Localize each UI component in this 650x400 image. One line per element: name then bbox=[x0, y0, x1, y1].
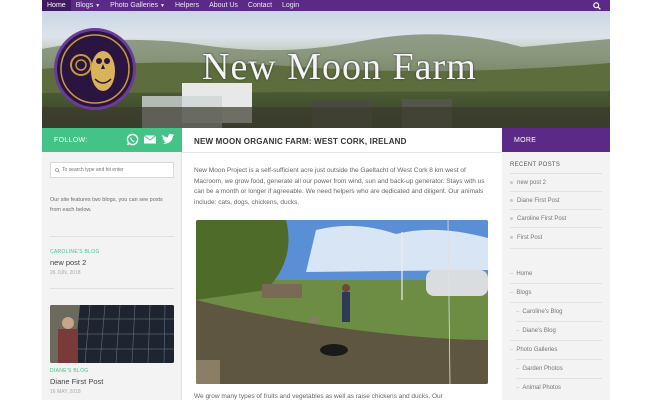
recent-post-link[interactable]: Diane First Post bbox=[517, 198, 560, 204]
solar-panel-photo bbox=[50, 305, 174, 363]
menu-link[interactable]: Garden Photos bbox=[522, 366, 562, 372]
nav-item-helpers[interactable]: Helpers bbox=[170, 0, 204, 11]
nav-item-label: Blogs bbox=[75, 1, 94, 9]
nav-item-label: Home bbox=[47, 2, 66, 9]
bullet-icon bbox=[510, 198, 513, 202]
header-banner: New Moon Farm bbox=[42, 11, 610, 128]
follow-label: FOLLOW: bbox=[54, 136, 88, 144]
menu-link[interactable]: Diane's Blog bbox=[522, 328, 556, 334]
divider bbox=[510, 173, 602, 174]
nav-item-label: Photo Galleries bbox=[110, 1, 159, 9]
menu-link[interactable]: Blogs bbox=[516, 290, 531, 296]
bullet-icon bbox=[510, 180, 513, 184]
nav-item-label: Helpers bbox=[174, 2, 200, 9]
second-paragraph: We grow many types of fruits and vegetab… bbox=[194, 393, 443, 400]
divider bbox=[516, 321, 602, 322]
recent-post-item[interactable]: new post 2 bbox=[510, 180, 546, 186]
sidebar-search[interactable] bbox=[50, 162, 174, 178]
bullet-icon bbox=[510, 235, 513, 239]
menu-link[interactable]: Home bbox=[516, 271, 532, 277]
divider bbox=[510, 227, 602, 228]
divider bbox=[182, 152, 502, 153]
more-header: MORE bbox=[502, 128, 610, 152]
divider bbox=[510, 340, 602, 341]
recent-post-link[interactable]: new post 2 bbox=[517, 180, 546, 186]
menu-item-dianes-blog[interactable]: – Diane's Blog bbox=[516, 328, 556, 334]
menu-link[interactable]: Photo Galleries bbox=[516, 347, 557, 353]
dash-icon: – bbox=[516, 366, 520, 372]
divider bbox=[510, 248, 602, 249]
nav-item-label: About Us bbox=[209, 2, 238, 9]
menu-item-garden-photos[interactable]: – Garden Photos bbox=[516, 366, 563, 372]
twitter-icon[interactable] bbox=[161, 133, 175, 146]
post-category[interactable]: DIANE'S BLOG bbox=[50, 368, 88, 374]
post-thumbnail[interactable] bbox=[50, 305, 174, 363]
dash-icon: – bbox=[510, 271, 514, 277]
menu-item-blogs[interactable]: – Blogs bbox=[510, 290, 531, 296]
top-navigation: Home Blogs ▼ Photo Galleries ▼ Helpers Abo… bbox=[42, 0, 610, 11]
menu-item-carolines-blog[interactable]: – Caroline's Blog bbox=[516, 309, 563, 315]
recent-posts-title: RECENT POSTS bbox=[510, 162, 561, 168]
mail-icon[interactable] bbox=[143, 133, 157, 146]
post-date: 26 JUN, 2018 bbox=[50, 270, 81, 276]
divider bbox=[510, 302, 602, 303]
chevron-down-icon: ▼ bbox=[160, 2, 165, 9]
nav-item-home[interactable]: Home bbox=[42, 0, 71, 11]
divider bbox=[510, 209, 602, 210]
post-title[interactable]: new post 2 bbox=[50, 258, 86, 267]
dash-icon: – bbox=[516, 385, 520, 391]
dash-icon: – bbox=[510, 347, 514, 353]
dash-icon: – bbox=[516, 309, 520, 315]
menu-link[interactable]: Caroline's Blog bbox=[522, 309, 562, 315]
nav-item-label: Login bbox=[282, 2, 300, 9]
nav-item-blogs[interactable]: Blogs ▼ bbox=[71, 0, 105, 12]
recent-post-item[interactable]: Caroline First Post bbox=[510, 216, 566, 222]
nav-item-login[interactable]: Login bbox=[277, 0, 304, 11]
search-icon bbox=[593, 1, 601, 10]
chevron-down-icon: ▼ bbox=[95, 2, 101, 9]
farm-scene-image bbox=[196, 220, 488, 384]
post-date: 16 MAY, 2018 bbox=[50, 389, 81, 395]
recent-post-item[interactable]: Diane First Post bbox=[510, 198, 560, 204]
bullet-icon bbox=[510, 216, 513, 220]
page: Home Blogs ▼ Photo Galleries ▼ Helpers Abo… bbox=[0, 0, 650, 400]
recent-post-item[interactable]: First Post bbox=[510, 235, 542, 241]
divider bbox=[510, 283, 602, 284]
nav-item-photo-galleries[interactable]: Photo Galleries ▼ bbox=[105, 0, 170, 12]
divider bbox=[510, 191, 602, 192]
social-icons bbox=[126, 133, 175, 146]
owl-logo-icon bbox=[60, 34, 130, 104]
divider bbox=[50, 236, 174, 237]
menu-link[interactable]: Animal Photos bbox=[522, 385, 561, 391]
dash-icon: – bbox=[510, 290, 514, 296]
search-input[interactable] bbox=[62, 167, 172, 173]
nav-item-contact[interactable]: Contact bbox=[243, 0, 277, 11]
menu-item-photo-galleries[interactable]: – Photo Galleries bbox=[510, 347, 557, 353]
whatsapp-icon[interactable] bbox=[126, 133, 139, 146]
dash-icon: – bbox=[516, 328, 520, 334]
farm-photo[interactable] bbox=[196, 220, 488, 384]
search-icon bbox=[55, 167, 60, 173]
follow-bar: FOLLOW: bbox=[42, 128, 182, 152]
left-sidebar: Our site features two blogs, you can see… bbox=[42, 152, 182, 400]
divider bbox=[50, 288, 174, 289]
owl-logo[interactable] bbox=[54, 28, 136, 110]
right-sidebar: MORE RECENT POSTS new post 2 Diane First… bbox=[502, 128, 610, 400]
nav-item-label: Contact bbox=[247, 2, 273, 9]
post-category[interactable]: CAROLINE'S BLOG bbox=[50, 249, 100, 255]
menu-item-animal-photos[interactable]: – Animal Photos bbox=[516, 385, 561, 391]
divider bbox=[516, 359, 602, 360]
nav-item-about-us[interactable]: About Us bbox=[204, 0, 243, 11]
main-content: NEW MOON ORGANIC FARM: WEST CORK, IRELAN… bbox=[182, 128, 502, 400]
site-title[interactable]: New Moon Farm bbox=[202, 45, 477, 89]
intro-paragraph: New Moon Project is a self-sufficient ac… bbox=[194, 167, 485, 206]
search-button[interactable] bbox=[590, 0, 604, 11]
recent-post-link[interactable]: First Post bbox=[517, 235, 542, 241]
recent-post-link[interactable]: Caroline First Post bbox=[517, 216, 566, 222]
page-title: NEW MOON ORGANIC FARM: WEST CORK, IRELAN… bbox=[194, 137, 407, 146]
divider bbox=[516, 378, 602, 379]
menu-item-home[interactable]: – Home bbox=[510, 271, 532, 277]
sidebar-intro: Our site features two blogs, you can see… bbox=[50, 197, 163, 213]
post-title[interactable]: Diane First Post bbox=[50, 377, 103, 386]
